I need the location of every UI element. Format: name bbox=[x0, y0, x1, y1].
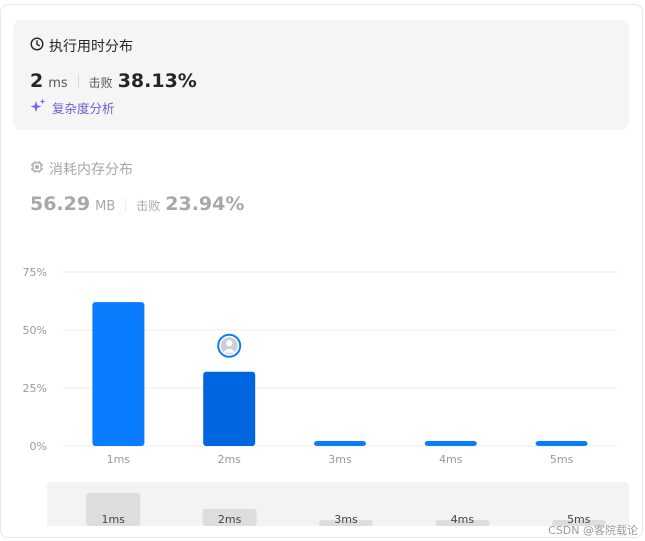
runtime-stats: 2 ms 击败 38.13% bbox=[30, 70, 197, 92]
runtime-unit: ms bbox=[48, 76, 68, 91]
overview-label: 3ms bbox=[334, 513, 358, 526]
overview-label: 2ms bbox=[218, 513, 242, 526]
x-tick-label: 5ms bbox=[550, 453, 574, 466]
bar[interactable] bbox=[92, 302, 145, 446]
memory-stats: 56.29 MB 击败 23.94% bbox=[30, 193, 244, 215]
memory-unit: MB bbox=[95, 199, 116, 214]
bar[interactable] bbox=[535, 441, 588, 446]
runtime-title: 执行用时分布 bbox=[30, 36, 133, 56]
divider bbox=[125, 197, 127, 211]
bar[interactable] bbox=[314, 441, 366, 446]
avatar-head bbox=[226, 340, 233, 347]
runtime-beat-percent: 38.13% bbox=[117, 70, 197, 92]
clock-icon bbox=[30, 37, 44, 55]
chart-overview[interactable]: 1ms 2ms 3ms 4ms 5ms bbox=[47, 482, 629, 526]
cpu-chip-icon bbox=[30, 160, 44, 178]
memory-value: 56.29 bbox=[30, 193, 91, 215]
complexity-analysis-label: 复杂度分析 bbox=[52, 101, 115, 116]
overview-label: 1ms bbox=[101, 513, 125, 526]
x-tick-label: 4ms bbox=[439, 453, 463, 466]
memory-title-text: 消耗内存分布 bbox=[49, 162, 133, 178]
watermark: CSDN @客院载论 bbox=[548, 524, 638, 537]
memory-title: 消耗内存分布 bbox=[30, 159, 133, 179]
y-tick-label: 25% bbox=[23, 382, 47, 395]
runtime-distribution-chart[interactable]: 0% 25% 50% 75% 1ms 2ms 3ms 4ms 5ms bbox=[0, 255, 645, 480]
memory-beat-percent: 23.94% bbox=[165, 193, 245, 215]
y-tick-label: 0% bbox=[30, 440, 47, 453]
runtime-title-text: 执行用时分布 bbox=[49, 39, 133, 55]
bar[interactable] bbox=[203, 371, 256, 446]
runtime-value: 2 bbox=[30, 70, 44, 92]
x-tick-label: 1ms bbox=[107, 453, 131, 466]
overview-label: 4ms bbox=[451, 513, 475, 526]
y-tick-label: 75% bbox=[23, 266, 47, 279]
x-tick-label: 3ms bbox=[328, 453, 352, 466]
y-tick-label: 50% bbox=[23, 324, 47, 337]
bar[interactable] bbox=[424, 441, 477, 446]
runtime-beat-label: 击败 bbox=[88, 76, 113, 90]
divider bbox=[77, 74, 79, 88]
x-tick-label: 2ms bbox=[217, 453, 241, 466]
complexity-analysis-link[interactable]: 复杂度分析 bbox=[30, 98, 115, 117]
sparkle-icon bbox=[30, 98, 46, 117]
memory-beat-label: 击败 bbox=[136, 199, 161, 213]
